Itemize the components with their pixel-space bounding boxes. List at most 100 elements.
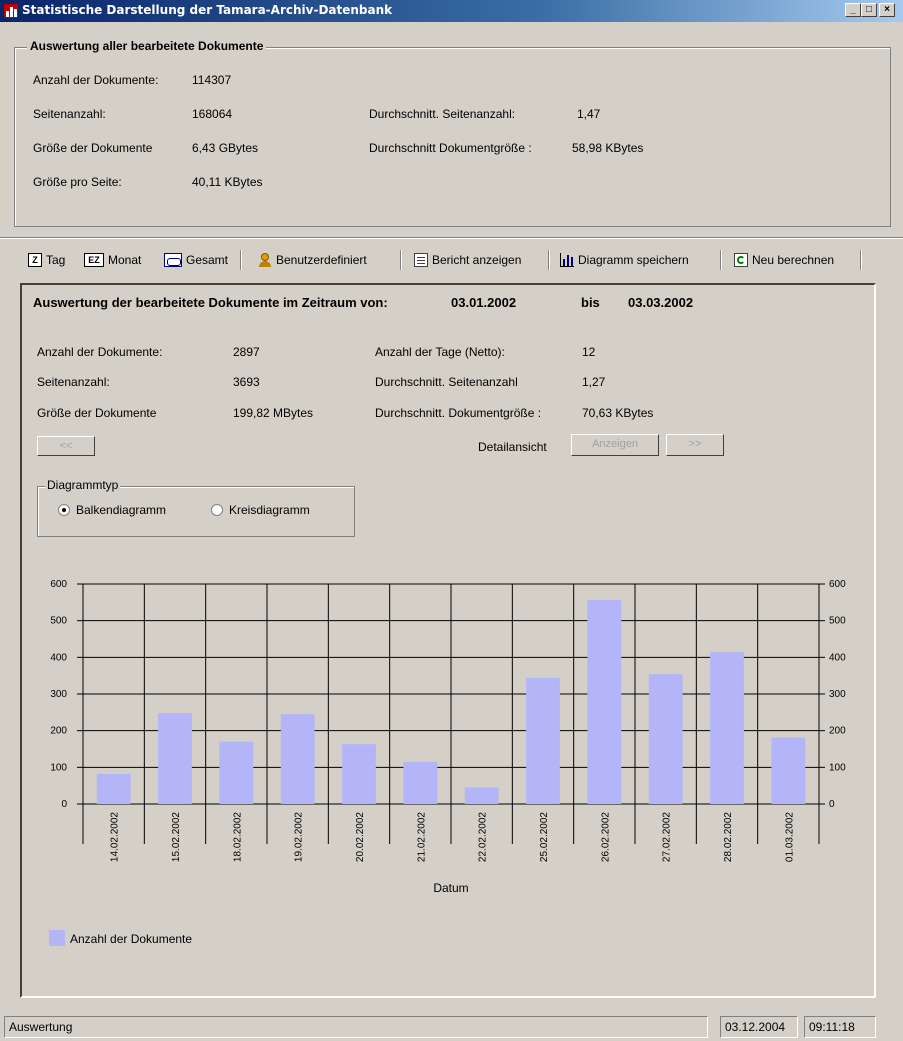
y-tick-label-right: 600 (829, 579, 846, 590)
period-to-date: 03.03.2002 (628, 295, 694, 310)
pie-chart-radio-label: Kreisdiagramm (229, 503, 310, 517)
toolbar-divider (860, 250, 861, 270)
period-size-label: Größe der Dokumente (37, 406, 157, 420)
bar (280, 714, 315, 804)
bar-chart-app-icon (4, 4, 18, 18)
bar (710, 652, 744, 804)
period-days-value: 12 (582, 345, 596, 359)
y-tick-label-right: 300 (829, 689, 846, 700)
toolbar-divider (720, 250, 721, 270)
period-avg-size-value: 70,63 KBytes (582, 406, 654, 420)
y-tick-label: 400 (50, 652, 67, 663)
close-button[interactable]: × (879, 3, 895, 17)
status-date: 03.12.2004 (720, 1016, 798, 1038)
y-tick-label: 600 (50, 579, 67, 590)
x-tick-label: 20.02.2002 (355, 812, 366, 862)
y-tick-label: 100 (50, 762, 67, 773)
show-button[interactable]: Anzeigen (571, 434, 659, 456)
y-tick-label-right: 200 (829, 726, 846, 737)
monat-label: Monat (108, 253, 142, 267)
y-tick-label-right: 100 (829, 762, 846, 773)
toolbar-divider (400, 250, 401, 270)
neu-berechnen-button[interactable]: Neu berechnen (734, 251, 834, 269)
y-tick-label: 200 (50, 726, 67, 737)
diagramm-speichern-button[interactable]: Diagramm speichern (560, 251, 689, 269)
monat-button[interactable]: EZ Monat (84, 251, 141, 269)
tag-label: Tag (46, 253, 66, 267)
overall-avg-size-value: 58,98 KBytes (572, 141, 644, 155)
overall-doc-count-label: Anzahl der Dokumente: (33, 73, 159, 87)
overall-doc-count-value: 114307 (192, 73, 232, 87)
detail-view-label: Detailansicht (478, 440, 547, 454)
overall-avg-pages-value: 1,47 (577, 107, 601, 121)
title-bar[interactable]: Statistische Darstellung der Tamara-Arch… (0, 0, 903, 22)
tag-button[interactable]: Z Tag (28, 251, 65, 269)
x-tick-label: 15.02.2002 (171, 812, 182, 862)
bar (771, 737, 806, 804)
x-tick-label: 25.02.2002 (539, 812, 550, 862)
next-button[interactable]: >> (666, 434, 724, 456)
maximize-button[interactable]: □ (861, 3, 877, 17)
overall-size-per-page-value: 40,11 KBytes (192, 175, 263, 189)
x-tick-label: 01.03.2002 (784, 812, 795, 862)
benutzerdefiniert-button[interactable]: Benutzerdefiniert (258, 251, 367, 269)
x-tick-label: 22.02.2002 (478, 812, 489, 862)
y-tick-label: 0 (61, 799, 67, 810)
y-tick-label: 500 (50, 616, 67, 627)
overall-avg-pages-label: Durchschnitt. Seitenanzahl: (369, 107, 516, 121)
bar-chart-radio-label: Balkendiagramm (76, 503, 167, 517)
x-tick-label: 18.02.2002 (232, 812, 243, 862)
x-axis-title: Datum (433, 881, 468, 895)
toolbar-divider (240, 250, 241, 270)
x-tick-label: 27.02.2002 (662, 812, 673, 862)
x-tick-label: 26.02.2002 (600, 812, 611, 862)
pie-chart-radio[interactable]: Kreisdiagramm (211, 503, 310, 517)
gesamt-label: Gesamt (186, 253, 229, 267)
legend-label: Anzahl der Dokumente (70, 932, 192, 946)
period-doc-count-value: 2897 (233, 345, 260, 359)
bericht-anzeigen-button[interactable]: Bericht anzeigen (414, 251, 521, 269)
period-size-value: 199,82 MBytes (233, 406, 314, 420)
y-tick-label-right: 500 (829, 616, 846, 627)
y-tick-label: 300 (50, 689, 67, 700)
gesamt-button[interactable]: Gesamt (164, 251, 228, 269)
legend-swatch (49, 930, 65, 946)
overall-size-label: Größe der Dokumente (33, 141, 153, 155)
bar (403, 761, 438, 804)
toolbar-divider (548, 250, 549, 270)
calendar-day-icon: Z (28, 253, 42, 267)
period-avg-size-label: Durchschnitt. Dokumentgröße : (375, 406, 542, 420)
bar (648, 674, 683, 804)
y-tick-label-right: 400 (829, 652, 846, 663)
overall-pages-label: Seitenanzahl: (33, 107, 106, 121)
period-heading: Auswertung der bearbeitete Dokumente im … (33, 295, 388, 310)
bar-chart-radio[interactable]: Balkendiagramm (58, 503, 166, 517)
x-tick-label: 21.02.2002 (416, 812, 427, 862)
period-pages-value: 3693 (233, 375, 260, 389)
x-tick-label: 14.02.2002 (110, 812, 121, 862)
overall-stats-title: Auswertung aller bearbeitete Dokumente (27, 39, 267, 53)
status-bar: Auswertung 03.12.2004 09:11:18 (0, 1014, 903, 1041)
radio-selected-icon (58, 504, 70, 516)
report-icon (414, 253, 428, 267)
calendar-total-icon (164, 253, 182, 267)
bar-chart: 0 0 100 100 200 200 300 300 400 400 500 500 600 600 14… (49, 579, 846, 946)
overall-avg-size-label: Durchschnitt Dokumentgröße : (369, 141, 532, 155)
toolbar: Z Tag EZ Monat Gesamt Benutzerdefiniert (14, 246, 888, 274)
radio-unselected-icon (211, 504, 223, 516)
status-text: Auswertung (4, 1016, 708, 1038)
bar (526, 677, 560, 804)
previous-button[interactable]: << (37, 436, 95, 456)
bar (158, 713, 192, 804)
overall-size-value: 6,43 GBytes (192, 141, 259, 155)
period-avg-pages-label: Durchschnitt. Seitenanzahl (375, 375, 518, 389)
main-window: Statistische Darstellung der Tamara-Arch… (0, 0, 903, 1041)
overall-pages-value: 168064 (192, 107, 233, 121)
minimize-button[interactable]: _ (845, 3, 861, 17)
period-days-label: Anzahl der Tage (Netto): (375, 345, 505, 359)
user-icon (258, 253, 272, 267)
refresh-icon (734, 253, 748, 267)
bar (342, 744, 376, 804)
y-tick-label-right: 0 (829, 799, 835, 810)
period-from-date: 03.01.2002 (451, 295, 517, 310)
